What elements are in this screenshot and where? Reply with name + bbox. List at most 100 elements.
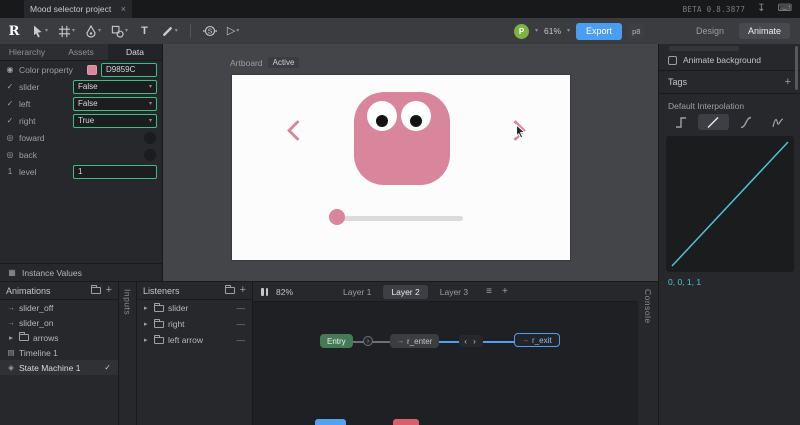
state-machine-graph[interactable]: 82% Layer 1 Layer 2 Layer 3 ≡ + Entry › … (253, 282, 638, 425)
animation-item[interactable]: ▤ Timeline 1 (0, 345, 118, 360)
dropdown-value: False (78, 82, 98, 91)
tab-animate[interactable]: Animate (738, 23, 790, 39)
check-icon: ✓ (104, 363, 111, 372)
tab-layer-3[interactable]: Layer 3 (432, 285, 476, 299)
bottom-section: Animations + → slider_off → slider_on ▸ … (0, 281, 658, 425)
add-layer-icon[interactable]: + (502, 286, 508, 297)
document-tab[interactable]: Mood selector project × (24, 0, 132, 18)
add-animation-icon[interactable]: + (106, 285, 112, 296)
animation-item[interactable]: → slider_off (0, 300, 118, 315)
entry-state-node[interactable]: Entry (320, 334, 353, 348)
new-folder-icon[interactable] (90, 285, 101, 294)
minimap-toggle-icon[interactable] (261, 287, 268, 296)
shapes-icon (111, 25, 124, 38)
interpolation-curve-editor[interactable] (666, 136, 794, 272)
tab-assets[interactable]: Assets (54, 44, 108, 60)
animation-item-selected[interactable]: ◈ State Machine 1 ✓ (0, 360, 118, 375)
play-icon: ▷ (226, 24, 236, 37)
animation-item[interactable]: → slider_on (0, 315, 118, 330)
clipped-red-node[interactable] (393, 419, 419, 425)
new-folder-icon[interactable] (224, 285, 235, 294)
add-listener-icon[interactable]: + (240, 285, 246, 296)
avatar-caret-icon[interactable]: ▾ (535, 28, 538, 34)
zoom-level[interactable]: 61% (544, 26, 561, 36)
window-tab-bar: Mood selector project × BETA 0.8.3877 ↧ … (0, 0, 800, 18)
scrollbar-thumb[interactable] (795, 46, 798, 90)
previous-chevron[interactable] (286, 119, 309, 142)
interpolation-buttons (659, 114, 800, 130)
interp-cubic-button[interactable] (731, 114, 761, 130)
close-icon[interactable]: × (121, 4, 126, 14)
play-tool[interactable]: ▷ ▾ (224, 24, 242, 39)
mood-character[interactable] (354, 92, 450, 185)
listener-item[interactable]: ▸ left arrow — (137, 332, 252, 348)
instance-values-button[interactable]: ▦ Instance Values (0, 263, 162, 281)
color-swatch[interactable] (87, 64, 97, 75)
avatar[interactable]: P (514, 23, 529, 39)
right-value-dropdown[interactable]: True ▾ (73, 113, 157, 128)
chevron-right-icon[interactable]: ▸ (144, 320, 150, 328)
keyboard-shortcuts-icon[interactable]: ⌨ (778, 4, 792, 14)
tab-layer-2[interactable]: Layer 2 (383, 284, 428, 299)
layer-menu-icon[interactable]: ≡ (486, 286, 492, 297)
text-tool[interactable]: T (135, 23, 154, 39)
caret-down-icon: ▾ (98, 28, 102, 34)
events-tool[interactable]: S (200, 22, 220, 40)
tab-hierarchy[interactable]: Hierarchy (0, 44, 54, 60)
property-row-slider: ✓ slider False ▾ (0, 78, 162, 95)
artboard-tool[interactable]: ▾ (55, 23, 78, 40)
animate-background-icon (668, 55, 677, 65)
chevron-right-icon[interactable]: ▸ (7, 333, 15, 342)
inputs-collapsed-panel[interactable]: Inputs (119, 282, 137, 425)
artboard-canvas[interactable] (232, 75, 570, 260)
chevron-right-icon[interactable]: ▸ (144, 304, 150, 312)
level-number-input[interactable]: 1 (73, 164, 157, 179)
export-button[interactable]: Export (576, 22, 623, 40)
left-value-dropdown[interactable]: False ▾ (73, 96, 157, 111)
interp-hold-button[interactable] (666, 114, 696, 130)
bone-tool[interactable]: ▾ (158, 23, 181, 40)
slider-value-dropdown[interactable]: False ▾ (73, 79, 157, 94)
shapes-tool[interactable]: ▾ (108, 23, 131, 40)
listener-item[interactable]: ▸ right — (137, 316, 252, 332)
color-hex-input[interactable]: D9859C (101, 62, 157, 77)
p8-badge[interactable]: p8 (628, 23, 645, 39)
listener-name: right (168, 319, 185, 329)
r-enter-state-node[interactable]: → r_enter (390, 334, 440, 348)
select-tool[interactable]: ▾ (28, 22, 51, 40)
mouse-cursor-icon (515, 123, 526, 141)
animate-background-row[interactable]: Animate background (659, 52, 800, 68)
timeline-icon: ▤ (7, 348, 15, 357)
tab-data[interactable]: Data (108, 44, 162, 60)
caret-down-icon: ▾ (236, 28, 240, 34)
artboard-name[interactable]: Artboard (230, 58, 263, 68)
right-pupil (410, 115, 422, 127)
back-trigger-button[interactable] (144, 148, 156, 161)
zoom-caret-icon[interactable]: ▾ (567, 28, 570, 34)
pen-tool[interactable]: ▾ (82, 23, 104, 40)
rive-logo[interactable]: R (0, 18, 28, 44)
clipped-blue-node[interactable] (315, 419, 346, 425)
interp-linear-button[interactable] (698, 114, 729, 130)
animation-folder[interactable]: ▸ arrows (0, 330, 118, 345)
foward-trigger-button[interactable] (144, 131, 156, 144)
tab-layer-1[interactable]: Layer 1 (335, 285, 379, 299)
mood-slider-track[interactable] (337, 216, 463, 221)
linear-interp-icon (707, 116, 719, 128)
transition-chevrons[interactable]: ‹ › (459, 335, 483, 347)
tab-design[interactable]: Design (687, 23, 733, 39)
interp-elastic-button[interactable] (763, 114, 793, 130)
console-collapsed-panel[interactable]: Console (638, 282, 658, 425)
property-label: slider (19, 81, 40, 92)
chevron-right-icon[interactable]: ▸ (144, 336, 150, 344)
graph-zoom-level[interactable]: 82% (276, 287, 293, 297)
r-exit-state-node[interactable]: → r_exit (514, 333, 560, 347)
download-icon[interactable]: ↧ (757, 4, 765, 14)
stage[interactable]: Artboard Active (163, 44, 658, 281)
left-panel: Hierarchy Assets Data ◉ Color property D… (0, 44, 163, 281)
add-tag-icon[interactable]: + (785, 76, 791, 88)
mood-slider-knob[interactable] (329, 209, 345, 225)
wire-arrow-node[interactable]: › (363, 336, 373, 346)
listener-item[interactable]: ▸ slider — (137, 300, 252, 316)
transition-chevrons-icon: ‹ › (464, 336, 478, 346)
